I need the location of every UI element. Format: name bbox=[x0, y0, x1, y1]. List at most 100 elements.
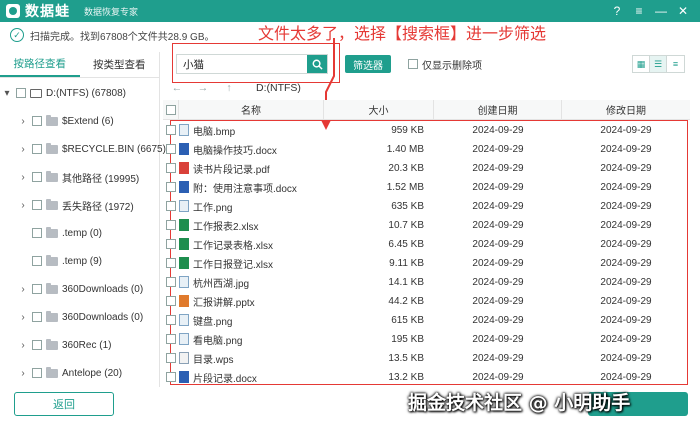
chevron-right-icon[interactable]: › bbox=[18, 340, 28, 351]
menu-button[interactable]: ≡ bbox=[628, 0, 650, 22]
tree-item[interactable]: › 360Downloads (0) bbox=[18, 308, 143, 326]
row-checkbox[interactable] bbox=[166, 353, 176, 364]
close-button[interactable]: ✕ bbox=[672, 0, 694, 22]
chevron-right-icon[interactable]: › bbox=[18, 200, 28, 211]
chevron-right-icon[interactable]: › bbox=[18, 284, 28, 295]
tree-item[interactable]: .temp (9) bbox=[18, 252, 102, 270]
tree-item[interactable]: › 360Rec (1) bbox=[18, 336, 111, 354]
row-checkbox[interactable] bbox=[166, 163, 176, 174]
file-size: 10.7 KB bbox=[388, 219, 424, 231]
tree-item[interactable]: › $Extend (6) bbox=[18, 112, 114, 130]
tree-item-label: D:(NTFS) (67808) bbox=[46, 87, 127, 99]
tree-item[interactable]: › 丢失路径 (1972) bbox=[18, 196, 134, 214]
row-checkbox[interactable] bbox=[166, 315, 176, 326]
file-modified-date: 2024-09-29 bbox=[600, 295, 652, 307]
file-created-date: 2024-09-29 bbox=[472, 238, 524, 250]
wps-file-icon bbox=[179, 352, 189, 365]
row-checkbox[interactable] bbox=[166, 296, 176, 307]
up-arrow-icon[interactable]: ↑ bbox=[222, 82, 236, 94]
tab-by-path[interactable]: 按路径查看 bbox=[0, 52, 80, 77]
search-input[interactable] bbox=[177, 55, 307, 73]
chevron-right-icon[interactable]: › bbox=[18, 172, 28, 183]
row-checkbox[interactable] bbox=[166, 258, 176, 269]
tree-item[interactable]: › 其他路径 (19995) bbox=[18, 168, 139, 186]
row-checkbox[interactable] bbox=[166, 220, 176, 231]
tree-checkbox[interactable] bbox=[32, 368, 42, 378]
app-logo: 数据蛙 数据恢复专家 bbox=[6, 1, 138, 21]
table-header: 名称 大小 创建日期 修改日期 bbox=[163, 99, 690, 120]
grid-view-icon[interactable]: ▦ bbox=[633, 56, 650, 72]
tree-checkbox[interactable] bbox=[32, 340, 42, 350]
tree-checkbox[interactable] bbox=[16, 88, 26, 98]
chevron-right-icon[interactable]: › bbox=[18, 144, 28, 155]
file-name: 电脑操作技巧.docx bbox=[193, 145, 277, 157]
tree-checkbox[interactable] bbox=[32, 228, 42, 238]
table-row[interactable]: 杭州西湖.jpg 14.1 KB 2024-09-29 2024-09-29 bbox=[163, 273, 690, 292]
tree-item[interactable]: › 360Downloads (0) bbox=[18, 280, 143, 298]
tree-checkbox[interactable] bbox=[32, 312, 42, 322]
table-row[interactable]: 工作记录表格.xlsx 6.45 KB 2024-09-29 2024-09-2… bbox=[163, 235, 690, 254]
file-modified-date: 2024-09-29 bbox=[600, 276, 652, 288]
file-name: 键盘.png bbox=[193, 316, 233, 328]
tree-item[interactable]: › $RECYCLE.BIN (6675) bbox=[18, 140, 166, 158]
tree-item[interactable]: › Antelope (20) bbox=[18, 364, 122, 382]
row-checkbox[interactable] bbox=[166, 182, 176, 193]
table-row[interactable]: 工作报表2.xlsx 10.7 KB 2024-09-29 2024-09-29 bbox=[163, 216, 690, 235]
table-row[interactable]: 工作日报登记.xlsx 9.11 KB 2024-09-29 2024-09-2… bbox=[163, 254, 690, 273]
only-deleted-toggle[interactable]: 仅显示删除项 bbox=[404, 56, 482, 72]
tree-item-drive[interactable]: ▾ D:(NTFS) (67808) bbox=[2, 84, 126, 102]
chevron-right-icon[interactable]: › bbox=[18, 116, 28, 127]
folder-icon bbox=[46, 254, 58, 266]
column-header-name[interactable]: 名称 bbox=[179, 99, 324, 120]
tree-item-label: $Extend (6) bbox=[62, 115, 114, 127]
file-modified-date: 2024-09-29 bbox=[600, 238, 652, 250]
chevron-down-icon[interactable]: ▾ bbox=[2, 88, 12, 99]
chevron-right-icon[interactable]: › bbox=[18, 368, 28, 379]
table-row[interactable]: 电脑.bmp 959 KB 2024-09-29 2024-09-29 bbox=[163, 121, 690, 140]
tree-checkbox[interactable] bbox=[32, 200, 42, 210]
row-checkbox[interactable] bbox=[166, 334, 176, 345]
table-row[interactable]: 工作.png 635 KB 2024-09-29 2024-09-29 bbox=[163, 197, 690, 216]
column-header-created[interactable]: 创建日期 bbox=[434, 99, 562, 120]
row-checkbox[interactable] bbox=[166, 239, 176, 250]
forward-arrow-icon[interactable]: → bbox=[196, 82, 210, 94]
tree-item[interactable]: .temp (0) bbox=[18, 224, 102, 242]
table-row[interactable]: 电脑操作技巧.docx 1.40 MB 2024-09-29 2024-09-2… bbox=[163, 140, 690, 159]
tree-checkbox[interactable] bbox=[32, 172, 42, 182]
tree-item-label: $RECYCLE.BIN (6675) bbox=[62, 143, 166, 155]
tree-checkbox[interactable] bbox=[32, 284, 42, 294]
chevron-right-icon[interactable]: › bbox=[18, 312, 28, 323]
only-deleted-checkbox[interactable] bbox=[408, 59, 418, 69]
back-arrow-icon[interactable]: ← bbox=[170, 82, 184, 94]
table-row[interactable]: 键盘.png 615 KB 2024-09-29 2024-09-29 bbox=[163, 311, 690, 330]
back-button[interactable]: 返回 bbox=[14, 392, 114, 416]
row-checkbox[interactable] bbox=[166, 201, 176, 212]
row-checkbox[interactable] bbox=[166, 372, 176, 383]
table-row[interactable]: 片段记录.docx 13.2 KB 2024-09-29 2024-09-29 bbox=[163, 368, 690, 387]
column-header-modified[interactable]: 修改日期 bbox=[562, 100, 690, 120]
tree-item-label: .temp (0) bbox=[62, 227, 103, 239]
search-button[interactable] bbox=[307, 55, 327, 73]
file-created-date: 2024-09-29 bbox=[472, 333, 524, 345]
minimize-button[interactable]: — bbox=[650, 0, 672, 22]
row-checkbox[interactable] bbox=[166, 277, 176, 288]
table-row[interactable]: 目录.wps 13.5 KB 2024-09-29 2024-09-29 bbox=[163, 349, 690, 368]
tree-checkbox[interactable] bbox=[32, 144, 42, 154]
file-name: 汇报讲解.pptx bbox=[193, 297, 255, 309]
table-row[interactable]: 附：使用注意事项.docx 1.52 MB 2024-09-29 2024-09… bbox=[163, 178, 690, 197]
ppt-file-icon bbox=[179, 295, 189, 308]
list-view-icon[interactable]: ☰ bbox=[650, 56, 667, 72]
row-checkbox[interactable] bbox=[166, 144, 176, 155]
table-row[interactable]: 看电脑.png 195 KB 2024-09-29 2024-09-29 bbox=[163, 330, 690, 349]
tab-by-type[interactable]: 按类型查看 bbox=[80, 52, 160, 77]
select-all-checkbox[interactable] bbox=[165, 104, 176, 115]
column-header-size[interactable]: 大小 bbox=[324, 99, 434, 120]
tree-checkbox[interactable] bbox=[32, 116, 42, 126]
detail-view-icon[interactable]: ≡ bbox=[667, 56, 684, 72]
table-row[interactable]: 读书片段记录.pdf 20.3 KB 2024-09-29 2024-09-29 bbox=[163, 159, 690, 178]
tree-checkbox[interactable] bbox=[32, 256, 42, 266]
row-checkbox[interactable] bbox=[166, 125, 176, 136]
table-row[interactable]: 汇报讲解.pptx 44.2 KB 2024-09-29 2024-09-29 bbox=[163, 292, 690, 311]
filter-button[interactable]: 筛选器 bbox=[345, 55, 391, 73]
help-button[interactable]: ? bbox=[606, 0, 628, 22]
